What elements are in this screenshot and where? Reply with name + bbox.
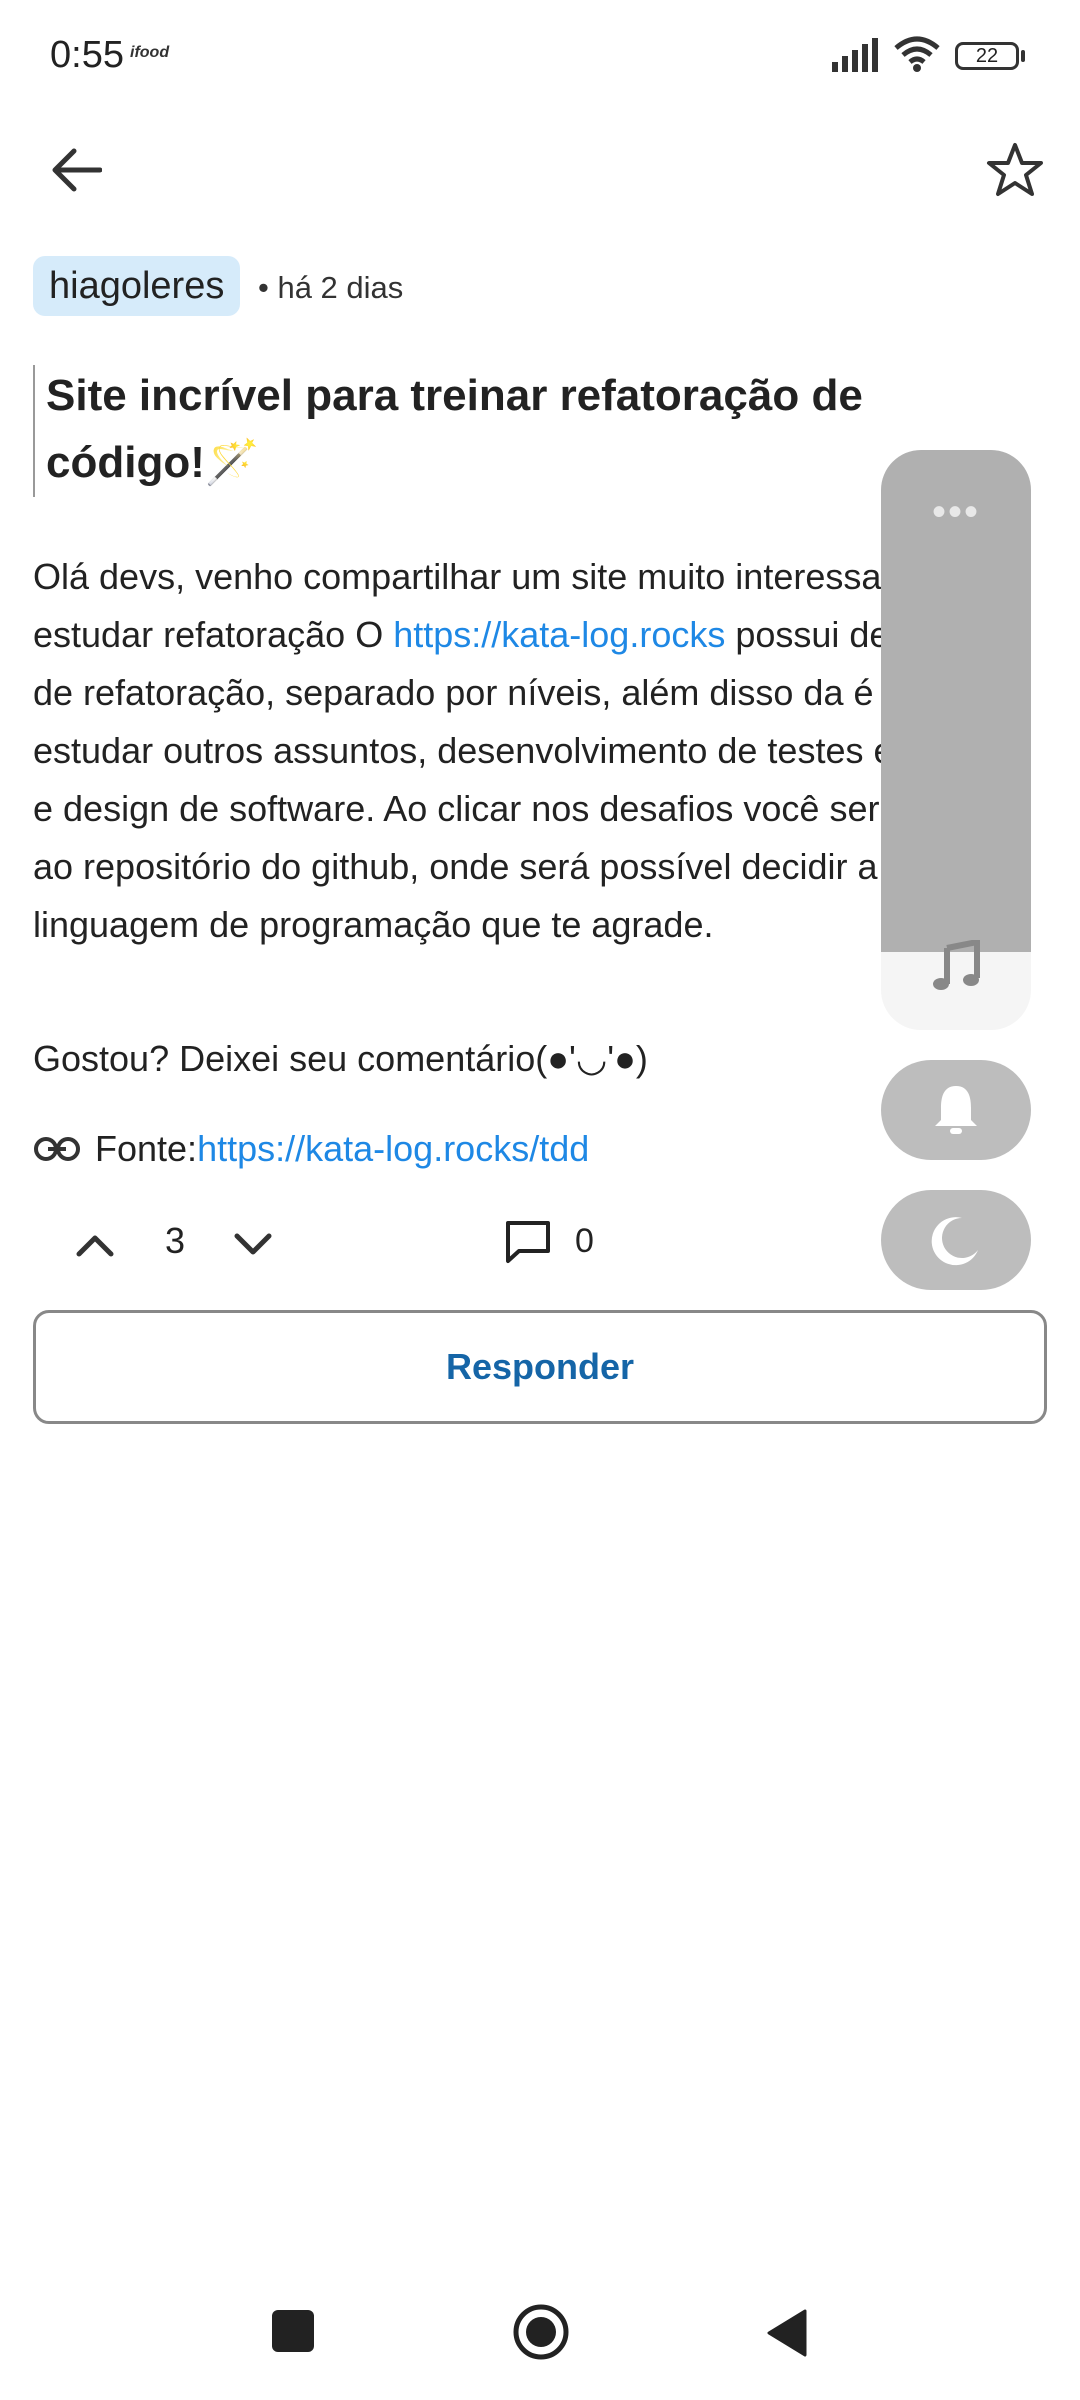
- status-bar: 0:55 ifood 22: [0, 0, 1080, 110]
- wifi-icon: [894, 36, 940, 72]
- status-time: 0:55: [50, 34, 124, 76]
- back-button[interactable]: [36, 130, 116, 210]
- link-icon: [34, 1137, 80, 1161]
- post-body-text-2: possui desafios de refatoração, separado…: [33, 614, 1016, 945]
- ifood-notification-icon: ifood: [130, 44, 170, 61]
- floating-toolbar[interactable]: •••: [881, 450, 1031, 1030]
- comment-count: 0: [575, 1222, 594, 1260]
- post-body-link[interactable]: https://kata-log.rocks: [393, 614, 725, 655]
- arrow-left-icon: [52, 148, 102, 192]
- bell-icon: [935, 1086, 977, 1134]
- reply-button[interactable]: Responder: [33, 1310, 1047, 1424]
- moon-button[interactable]: [881, 1190, 1031, 1290]
- downvote-button[interactable]: [233, 1210, 273, 1280]
- chevron-up-icon: [76, 1235, 114, 1257]
- post-time: • há 2 dias: [258, 270, 404, 305]
- vote-count: 3: [165, 1220, 186, 1261]
- signal-icon: [832, 38, 878, 72]
- moon-icon: [931, 1217, 978, 1266]
- post-title: Site incrível para treinar refatoração d…: [46, 371, 863, 487]
- star-outline-icon: [987, 143, 1043, 196]
- chevron-down-icon: [234, 1233, 272, 1255]
- battery-tip: [1021, 50, 1025, 62]
- more-dots-icon[interactable]: •••: [881, 490, 1031, 535]
- source-label: Fonte:: [95, 1128, 198, 1169]
- battery-icon: 22: [955, 42, 1019, 70]
- home-button[interactable]: [512, 2303, 570, 2361]
- title-accent-bar: [33, 365, 35, 497]
- upvote-button[interactable]: [75, 1210, 115, 1280]
- source-link[interactable]: https://kata-log.rocks/tdd: [197, 1120, 589, 1178]
- nav-back-button[interactable]: [765, 2308, 809, 2358]
- author-chip[interactable]: hiagoleres: [33, 256, 241, 316]
- music-note-icon[interactable]: [931, 940, 981, 992]
- recent-apps-button[interactable]: [272, 2310, 314, 2352]
- post-closing-line: Gostou? Deixei seu comentário(●'◡'●): [33, 1038, 648, 1079]
- source-row: Fonte: https://kata-log.rocks/tdd: [33, 1120, 589, 1178]
- favorite-button[interactable]: [975, 130, 1055, 210]
- bell-button[interactable]: [881, 1060, 1031, 1160]
- comment-icon[interactable]: [505, 1220, 551, 1264]
